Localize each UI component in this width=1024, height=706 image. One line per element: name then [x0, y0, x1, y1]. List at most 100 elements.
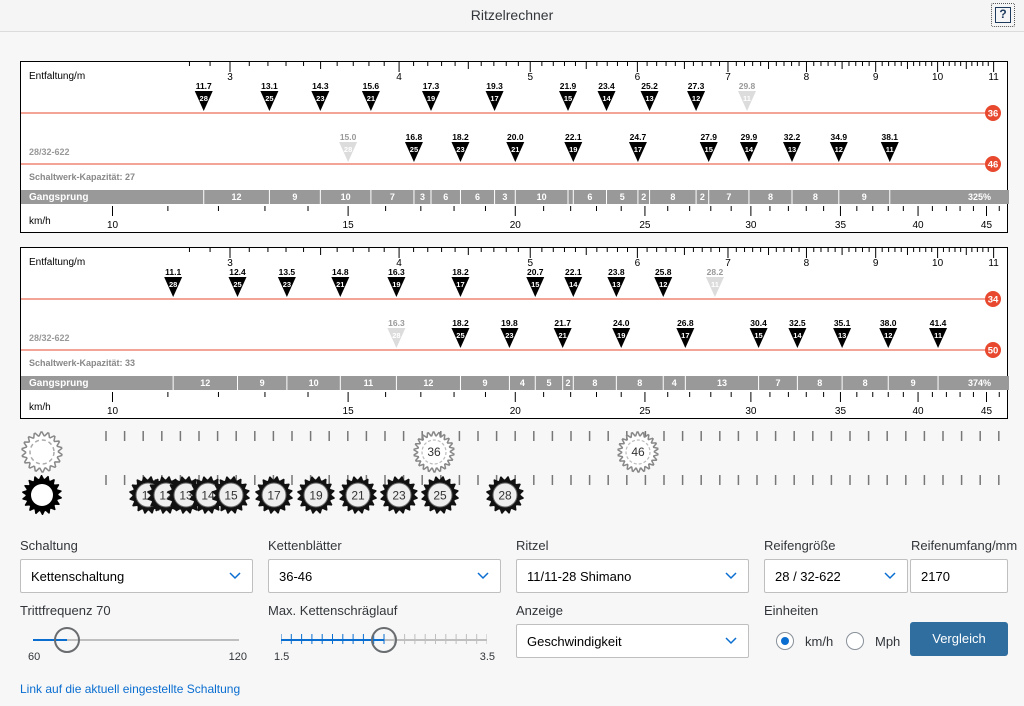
entfaltung-tick-label: 11 — [988, 72, 999, 83]
entfaltung-tick-label: 11 — [988, 258, 999, 269]
cog-label: 28 — [392, 331, 400, 340]
kettenblaetter-select[interactable]: 36-46 — [268, 559, 501, 593]
cog-label: 12 — [692, 94, 700, 103]
capacity-label: Schaltwerk-Kapazität: 33 — [29, 358, 135, 368]
cog-label: 11 — [711, 280, 719, 289]
chainring-gear-label: 36 — [427, 445, 441, 459]
gear-chart-1: Entfaltung/m 3 4 5 6 7 8 9 10 11 36 11.7 28 13.1 25 14.… — [20, 61, 1009, 233]
chainring-badge-label: 50 — [988, 346, 999, 357]
cog-label: 19 — [392, 280, 400, 289]
gangsprung-step: 3 — [420, 192, 425, 202]
cog-label: 13 — [788, 145, 796, 154]
gangsprung-step: 5 — [620, 192, 625, 202]
mph-radio[interactable] — [846, 632, 864, 650]
speed-tick-label: 10 — [107, 220, 119, 231]
cog-label: 14 — [602, 94, 611, 103]
title-bar: Ritzelrechner ? — [0, 0, 1024, 32]
cog-label: 11 — [886, 145, 894, 154]
kettenschraeglauf-label: Max. Kettenschräglauf — [268, 603, 398, 618]
schaltung-select[interactable]: Kettenschaltung — [20, 559, 253, 593]
gear-speed-label: 14.3 — [312, 81, 329, 91]
gangsprung-step: 8 — [670, 192, 675, 202]
gear-speed-label: 20.7 — [527, 267, 544, 277]
slider-handle[interactable] — [54, 627, 81, 653]
kettenblaetter-label: Kettenblätter — [268, 538, 342, 553]
trittfrequenz-slider[interactable]: 60 120 — [28, 621, 247, 663]
entfaltung-tick-label: 4 — [396, 72, 402, 83]
chevron-down-icon — [884, 572, 896, 580]
speed-tick-label: 10 — [107, 406, 119, 417]
help-button[interactable]: ? — [991, 3, 1015, 27]
mph-label[interactable]: Mph — [875, 634, 900, 649]
entfaltung-tick-label: 8 — [804, 72, 810, 83]
gear-speed-label: 18.2 — [452, 318, 469, 328]
cog-label: 17 — [490, 94, 498, 103]
gear-speed-label: 35.1 — [834, 318, 851, 328]
gear-speed-label: 23.4 — [598, 81, 615, 91]
cog-label: 23 — [456, 145, 464, 154]
entfaltung-tick-label: 9 — [873, 258, 879, 269]
ritzel-select[interactable]: 11/11-28 Shimano — [516, 559, 749, 593]
gangsprung-step: 6 — [475, 192, 480, 202]
cog-label: 12 — [659, 280, 667, 289]
kmh-radio[interactable] — [776, 632, 794, 650]
gangsprung-step: 4 — [520, 378, 525, 388]
current-setup-link[interactable]: Link auf die aktuell eingestellte Schalt… — [20, 682, 240, 696]
gangsprung-step: 7 — [726, 192, 731, 202]
cog-label: 14 — [793, 331, 802, 340]
gear-speed-label: 18.2 — [452, 267, 469, 277]
gear-chart-2: Entfaltung/m 3 4 5 6 7 8 9 10 11 34 11.1 28 12.4 25 13.… — [20, 247, 1009, 419]
gear-speed-label: 25.8 — [655, 267, 672, 277]
gear-speed-label: 19.8 — [501, 318, 518, 328]
cog-gear-label: 21 — [351, 489, 365, 503]
gangsprung-step: 9 — [911, 378, 916, 388]
kettenschraeglauf-slider[interactable]: 1.5 3.5 — [274, 621, 495, 663]
cog-label: 14 — [569, 280, 578, 289]
gear-speed-label: 38.0 — [880, 318, 897, 328]
entfaltung-tick-label: 7 — [725, 72, 731, 83]
schaltung-label: Schaltung — [20, 538, 78, 553]
kmh-label[interactable]: km/h — [805, 634, 833, 649]
reifenumfang-field[interactable] — [910, 559, 1008, 593]
gear-speed-label: 21.7 — [554, 318, 571, 328]
gangsprung-step: 8 — [637, 378, 642, 388]
reifenumfang-input[interactable] — [921, 569, 991, 584]
cog-label: 12 — [884, 331, 892, 340]
cog-label: 23 — [283, 280, 291, 289]
gangsprung-step: 10 — [309, 378, 319, 388]
cog-gear-label: 13 — [179, 489, 193, 503]
speed-tick-label: 40 — [912, 406, 924, 417]
gangsprung-label: Gangsprung — [29, 378, 88, 389]
cog-label: 17 — [681, 331, 689, 340]
cog-gear-label: 23 — [392, 489, 406, 503]
chainring-badge-label: 34 — [988, 295, 999, 306]
compare-button[interactable]: Vergleich — [910, 622, 1008, 656]
slider-handle[interactable] — [371, 627, 397, 653]
cog-label: 21 — [367, 94, 375, 103]
gangsprung-step: 9 — [482, 378, 487, 388]
speed-tick-label: 25 — [639, 220, 651, 231]
gangsprung-step: 2 — [565, 378, 570, 388]
cog-gear-label: 17 — [267, 489, 281, 503]
cog-label: 12 — [835, 145, 843, 154]
gangsprung-step: 8 — [592, 378, 597, 388]
speed-tick-label: 15 — [343, 220, 355, 231]
cog-label: 11 — [934, 331, 942, 340]
cog-label: 25 — [456, 331, 464, 340]
tire-label: 28/32-622 — [29, 333, 70, 343]
cog-label: 21 — [336, 280, 344, 289]
anzeige-label: Anzeige — [516, 603, 563, 618]
entfaltung-axis-label: Entfaltung/m — [29, 71, 85, 82]
speed-axis-label: km/h — [29, 402, 51, 413]
reifengroesse-select[interactable]: 28 / 32-622 — [764, 559, 908, 593]
cog-label: 14 — [745, 145, 754, 154]
speed-tick-label: 20 — [510, 220, 522, 231]
anzeige-select[interactable]: Geschwindigkeit — [516, 624, 749, 658]
gangsprung-step: 6 — [443, 192, 448, 202]
cog-label: 28 — [344, 145, 352, 154]
entfaltung-axis-label: Entfaltung/m — [29, 257, 85, 268]
chevron-down-icon — [229, 572, 241, 580]
gear-speed-label: 16.3 — [388, 267, 405, 277]
gear-speed-label: 18.2 — [452, 132, 469, 142]
gear-speed-label: 12.4 — [229, 267, 246, 277]
